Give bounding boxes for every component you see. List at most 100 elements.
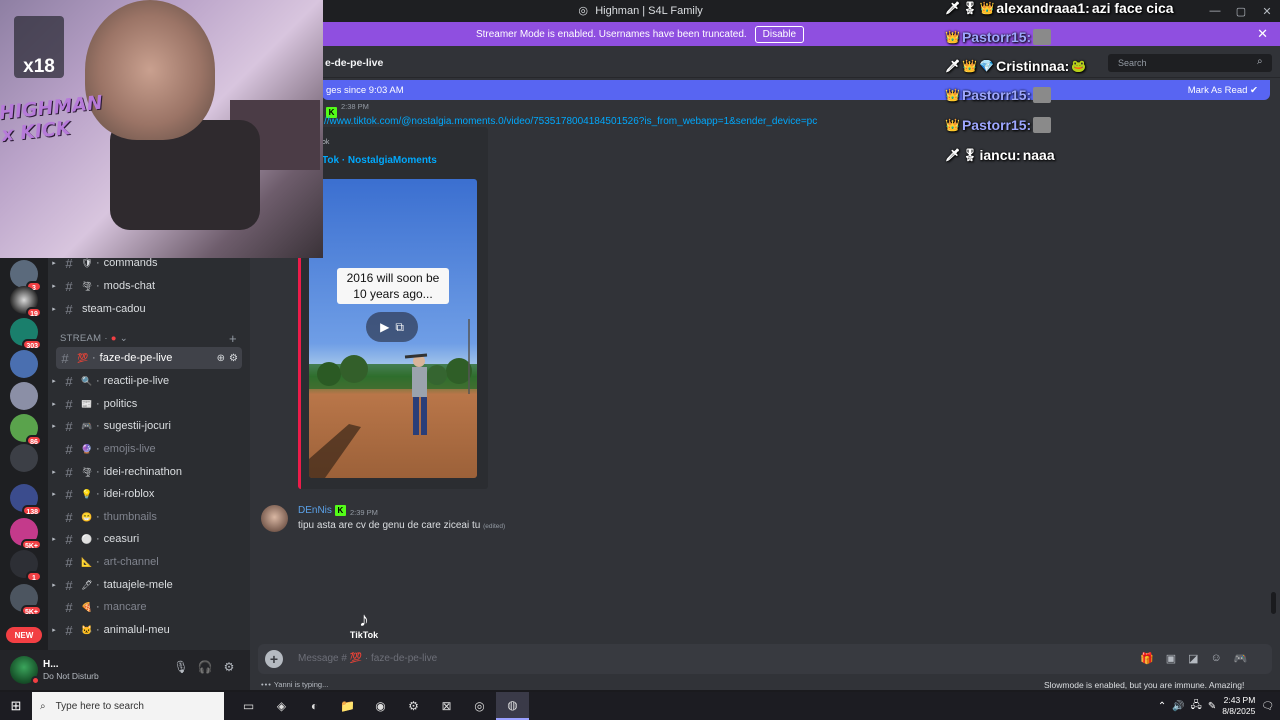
taskbar-apps: ▭ ◈ ◐ 📁 ◉ ⚙ ⊠ ◎ ◍ [232,692,529,720]
channel-steam-cadou[interactable]: ▸ # steam-cadou [48,298,248,320]
embed-title[interactable]: Tok · NostalgiaMoments [322,155,437,166]
task-view-icon[interactable]: ▭ [232,692,265,720]
apps-icon[interactable]: 🎮 [1234,652,1248,665]
channel-tatuajele-mele[interactable]: ▸ # 🖊 · tatuajele-mele [48,574,248,596]
maximize-button[interactable]: ▢ [1228,0,1254,22]
xbox-icon[interactable]: ⊠ [430,692,463,720]
mark-as-read-button[interactable]: Mark As Read ✔ [1188,85,1258,96]
gear-icon[interactable]: ⚙ [229,353,238,364]
channel-mancare[interactable]: # 🍕 · mancare [48,596,248,618]
channel-emoji: 📐 [81,556,93,567]
stream-chat-line: 🗡 🎖 iancu: naaa [945,147,1055,163]
emoji-icon[interactable]: ☺ [1211,652,1222,665]
search-input[interactable]: Search [1108,54,1272,72]
sticker-icon[interactable]: ◪ [1188,652,1198,665]
close-window-button[interactable]: ✕ [1254,0,1280,22]
server-icon[interactable]: 86 [10,414,42,446]
taskbar-search-input[interactable]: ⌕ Type here to search [32,692,224,720]
message-timestamp: 2:39 PM [350,508,378,517]
crown-badge-icon: 👑 [962,59,978,73]
search-icon[interactable]: ⌕ [1257,56,1263,67]
window-controls: — ▢ ✕ [1202,0,1280,22]
channel-label: idei-rechinathon [103,466,182,478]
hashtag-icon: # [65,464,73,480]
discord-taskbar-icon[interactable]: ◍ [496,692,529,720]
new-messages-bar[interactable]: ges since 9:03 AM Mark As Read ✔ [322,80,1270,100]
chrome-icon[interactable]: ◎ [463,692,496,720]
notifications-icon[interactable]: 🗨 [1261,701,1274,712]
username[interactable]: H... [43,659,59,670]
settings-gear-icon[interactable]: ⚙ [220,660,238,678]
obs-icon[interactable]: ◉ [364,692,397,720]
minimize-button[interactable]: — [1202,0,1228,22]
attach-plus-icon[interactable]: + [265,650,283,668]
server-icon[interactable]: 3 [10,260,42,292]
channel-thumbnails[interactable]: # 😁 · thumbnails [48,506,248,528]
hashtag-icon: # [61,350,69,366]
chevron-up-icon[interactable]: ⌃ [1158,701,1166,712]
server-icon[interactable]: 5K+ [10,584,42,616]
highman-kick-logo: HIGHMAN x KICK [0,91,104,147]
invite-icon[interactable]: ⊕ [217,353,225,364]
server-icon[interactable]: 19 [10,286,42,318]
chevron-right-icon: ▸ [52,378,56,385]
message-author[interactable]: DEnNis K [298,505,349,516]
channel-label: tatuajele-mele [103,579,173,591]
edge-icon[interactable]: ◐ [298,692,331,720]
new-servers-badge[interactable]: NEW [6,627,42,643]
server-icon[interactable]: 5K+ [10,518,42,550]
banner-close-icon[interactable]: ✕ [1257,26,1268,42]
message-link[interactable]: //www.tiktok.com/@nostalgia.moments.0/vi… [324,116,817,127]
channel-mods-chat[interactable]: ▸ # 🌪 · mods-chat [48,275,248,297]
channel-title: e-de-pe-live [325,57,384,69]
channel-art-channel[interactable]: # 📐 · art-channel [48,551,248,573]
headphones-icon[interactable]: 🎧 [196,660,214,678]
windows-start-icon[interactable]: ⊞ [0,698,32,714]
channel-emoji: 🌪 [81,466,93,477]
message-input[interactable]: Message # 💯 · faze-de-pe-live [298,653,437,664]
hashtag-icon: # [65,396,73,412]
channel-politics[interactable]: ▸ # 📰 · politics [48,393,248,415]
gif-icon[interactable]: ▣ [1166,652,1176,665]
channel-emoji: 🌪 [81,280,93,291]
server-icon[interactable]: 138 [10,484,42,516]
avatar[interactable] [261,505,288,532]
channel-sugestii-jocuri[interactable]: ▸ # 🎮 · sugestii-jocuri [48,415,248,437]
streamer-mode-text: Streamer Mode is enabled. Usernames have… [475,28,747,40]
check-icon: ✔ [1250,84,1258,96]
frog-emote-icon: 🐸 [1071,59,1087,73]
channel-reactii-pe-live[interactable]: ▸ # 🔍 · reactii-pe-live [48,370,248,392]
gift-icon[interactable]: 🎁 [1140,652,1154,665]
channel-emojis-live[interactable]: # 🔮 · emojis-live [48,438,248,460]
channel-idei-roblox[interactable]: ▸ # 💡 · idei-roblox [48,483,248,505]
play-button[interactable]: ▶ ⧉ [366,312,418,342]
channel-idei-rechinathon[interactable]: ▸ # 🌪 · idei-rechinathon [48,461,248,483]
popout-icon: ⧉ [395,319,404,334]
channel-label: art-channel [103,556,159,568]
server-icon[interactable] [10,350,38,378]
category-stream[interactable]: STREAM · ● ⌄ [60,333,128,344]
channel-faze-de-pe-live[interactable]: # 💯 · faze-de-pe-live ⊕ ⚙ [56,347,242,369]
file-explorer-icon[interactable]: 📁 [331,692,364,720]
server-icon[interactable]: 1 [10,550,42,582]
server-icon[interactable] [10,382,38,410]
add-channel-icon[interactable]: + [229,331,237,346]
network-icon[interactable]: 🖧 [1191,698,1202,715]
taskbar-clock[interactable]: 2:43 PM 8/8/2025 [1222,695,1255,717]
channel-ceasuri[interactable]: ▸ # ⚪ · ceasuri [48,528,248,550]
pen-icon[interactable]: ✎ [1208,701,1216,712]
kick-badge-icon: 🎖 [962,148,978,162]
channel-animalul-meu[interactable]: ▸ # 🐱 · animalul-meu [48,619,248,641]
volume-icon[interactable]: 🔊 [1172,701,1184,712]
channel-emoji: 🖊 [81,579,93,590]
chat-scrollbar[interactable] [1271,592,1276,614]
chevron-right-icon: ▸ [52,260,56,267]
copilot-icon[interactable]: ◈ [265,692,298,720]
steam-icon[interactable]: ⚙ [397,692,430,720]
server-icon[interactable]: 303 [10,318,42,350]
disable-streamer-mode-button[interactable]: Disable [754,25,805,43]
crown-badge-icon: 👑 [945,88,960,102]
server-icon[interactable] [10,444,38,472]
microphone-icon[interactable]: 🎙 [172,660,190,678]
channel-label: faze-de-pe-live [99,352,173,364]
